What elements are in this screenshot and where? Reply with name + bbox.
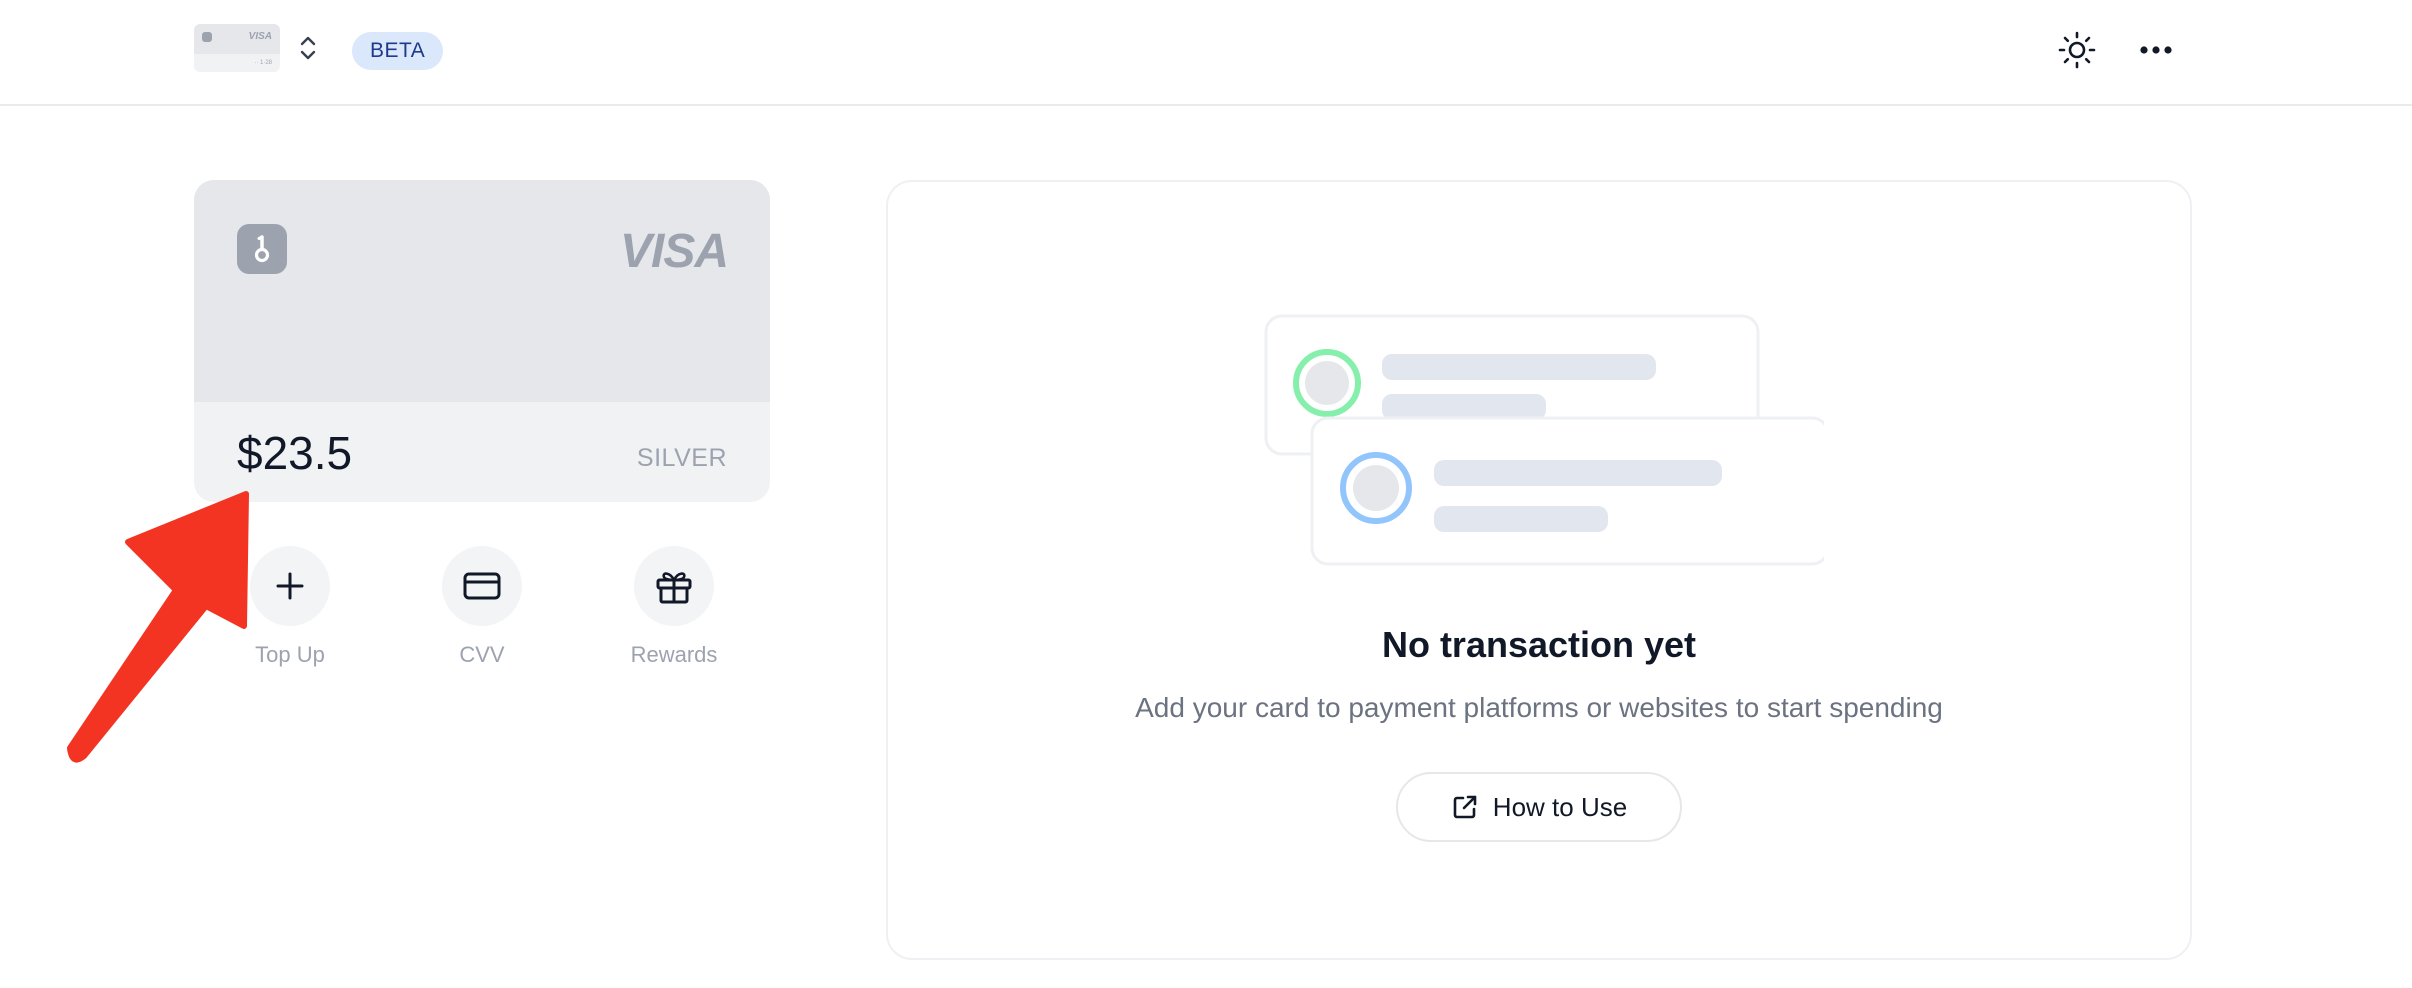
beta-badge: BETA [352,32,444,70]
top-bar: VISA ·· 1·28 BETA [0,0,2412,106]
card-tier: SILVER [636,444,727,472]
card-thumbnail-number: ·· 1·28 [254,60,272,66]
chevron-up-down-icon[interactable] [296,34,320,62]
rewards-button[interactable]: Rewards [594,546,754,668]
empty-state-subtitle: Add your card to payment platforms or we… [1135,692,1943,723]
empty-state-title: No transaction yet [1381,624,1697,665]
gift-icon [656,572,692,604]
card-thumbnail[interactable]: VISA ·· 1·28 [194,24,280,72]
card-brand: VISA [619,225,729,278]
credit-card-icon [463,572,501,600]
sun-icon[interactable] [2057,30,2097,70]
top-up-circle[interactable] [250,546,330,626]
empty-transactions-illustration [1264,314,1824,566]
card-balance: $23.5 [237,427,353,479]
card-thumbnail-logo-icon [202,32,212,42]
virtual-card[interactable]: VISA $23.5 SILVER [194,180,770,502]
more-horizontal-icon[interactable] [2136,30,2176,70]
external-link-icon [1453,795,1477,819]
transactions-panel: No transaction yet Add your card to paym… [886,180,2192,960]
plus-icon [276,572,304,600]
how-to-use-label: How to Use [1492,791,1628,822]
rewards-label: Rewards [630,642,718,667]
top-up-button[interactable]: Top Up [210,546,370,668]
how-to-use-button[interactable]: How to Use [1396,772,1682,842]
cvv-label: CVV [459,642,505,667]
card-face: VISA [194,180,770,402]
top-up-label: Top Up [255,642,325,667]
card-logo-icon [237,224,287,274]
rewards-circle[interactable] [634,546,714,626]
cvv-button[interactable]: CVV [402,546,562,668]
card-thumbnail-brand: VISA [248,31,272,42]
cvv-circle[interactable] [442,546,522,626]
